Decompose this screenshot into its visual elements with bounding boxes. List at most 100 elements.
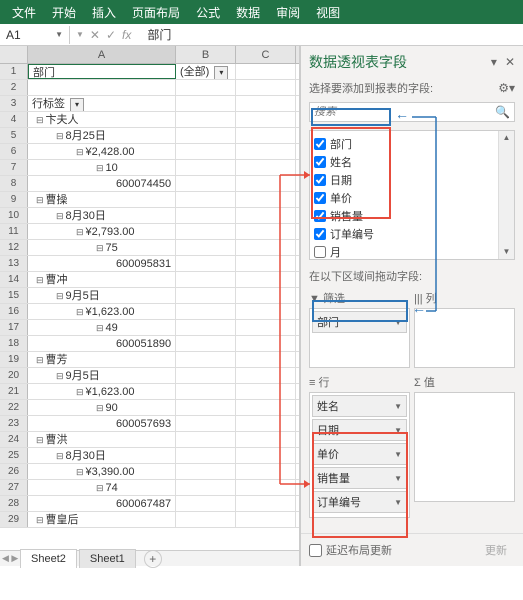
row-header[interactable]: 7 <box>0 160 28 175</box>
row-header[interactable]: 22 <box>0 400 28 415</box>
cell[interactable]: ⊟卞夫人 <box>28 112 176 127</box>
update-button[interactable]: 更新 <box>477 540 515 560</box>
cell[interactable] <box>176 80 236 95</box>
tab-nav-arrows[interactable]: ◀ ▶ <box>2 553 18 564</box>
zone-item[interactable]: 销售量▼ <box>312 467 407 489</box>
field-search-input[interactable] <box>314 106 495 118</box>
zone-item[interactable]: 部门▼ <box>312 311 407 333</box>
row-header[interactable]: 27 <box>0 480 28 495</box>
collapse-icon[interactable]: ⊟ <box>36 115 44 125</box>
cell[interactable] <box>176 192 236 207</box>
cell[interactable] <box>236 336 296 351</box>
collapse-icon[interactable]: ⊟ <box>76 387 84 397</box>
cell[interactable] <box>176 112 236 127</box>
zone-item[interactable]: 订单编号▼ <box>312 491 407 513</box>
row-header[interactable]: 5 <box>0 128 28 143</box>
cell[interactable] <box>236 448 296 463</box>
cell[interactable] <box>176 496 236 511</box>
cell[interactable]: ⊟74 <box>28 480 176 495</box>
tab-layout[interactable]: 页面布局 <box>124 0 188 25</box>
row-header[interactable]: 19 <box>0 352 28 367</box>
cell[interactable] <box>176 480 236 495</box>
cell[interactable] <box>236 416 296 431</box>
field-checkbox[interactable] <box>314 246 326 258</box>
cell[interactable]: 600057693 <box>28 416 176 431</box>
row-header[interactable]: 21 <box>0 384 28 399</box>
cell[interactable] <box>176 320 236 335</box>
cell[interactable] <box>236 464 296 479</box>
filter-zone[interactable]: 部门▼ <box>309 308 410 368</box>
cell[interactable]: (全部) ▾ <box>176 64 236 79</box>
zone-item[interactable]: 单价▼ <box>312 443 407 465</box>
field-item[interactable]: 订单编号 <box>314 225 510 243</box>
cell[interactable] <box>176 240 236 255</box>
row-header[interactable]: 9 <box>0 192 28 207</box>
cell[interactable]: ⊟9月5日 <box>28 368 176 383</box>
zone-item-dropdown-icon[interactable]: ▼ <box>394 426 402 435</box>
cell[interactable] <box>176 96 236 111</box>
formula-bar[interactable]: ▼ ✕ ✓ fx 部门 <box>70 26 177 43</box>
cell[interactable]: ⊟曹冲 <box>28 272 176 287</box>
row-header[interactable]: 16 <box>0 304 28 319</box>
field-checkbox[interactable] <box>314 192 326 204</box>
row-header[interactable]: 25 <box>0 448 28 463</box>
cell[interactable] <box>176 352 236 367</box>
cell[interactable] <box>236 64 296 79</box>
panel-dropdown-icon[interactable]: ▾ <box>491 55 497 69</box>
name-box[interactable]: A1 ▼ <box>0 26 70 44</box>
row-header[interactable]: 18 <box>0 336 28 351</box>
scroll-down-icon[interactable]: ▼ <box>499 245 514 259</box>
cell[interactable]: ⊟¥3,390.00 <box>28 464 176 479</box>
cell[interactable] <box>176 512 236 527</box>
collapse-icon[interactable]: ⊟ <box>36 195 44 205</box>
tab-review[interactable]: 审阅 <box>268 0 308 25</box>
col-header-b[interactable]: B <box>176 46 236 63</box>
collapse-icon[interactable]: ⊟ <box>56 371 64 381</box>
field-checkbox[interactable] <box>314 210 326 222</box>
field-item[interactable]: 日期 <box>314 171 510 189</box>
cell[interactable] <box>236 112 296 127</box>
cell[interactable]: ⊟8月30日 <box>28 208 176 223</box>
cell[interactable]: ⊟¥2,793.00 <box>28 224 176 239</box>
collapse-icon[interactable]: ⊟ <box>36 275 44 285</box>
collapse-icon[interactable]: ⊟ <box>96 243 104 253</box>
cell[interactable] <box>236 128 296 143</box>
field-item[interactable]: 销售量 <box>314 207 510 225</box>
field-item[interactable]: 月 <box>314 243 510 261</box>
cell[interactable] <box>236 352 296 367</box>
gear-icon[interactable]: ⚙▾ <box>498 81 515 95</box>
tab-insert[interactable]: 插入 <box>84 0 124 25</box>
row-header[interactable]: 11 <box>0 224 28 239</box>
row-header[interactable]: 29 <box>0 512 28 527</box>
field-checkbox[interactable] <box>314 174 326 186</box>
fx-icon[interactable]: fx <box>122 28 131 42</box>
cell[interactable]: ⊟75 <box>28 240 176 255</box>
cell[interactable] <box>176 384 236 399</box>
add-sheet-button[interactable]: + <box>144 550 162 568</box>
row-header[interactable]: 14 <box>0 272 28 287</box>
collapse-icon[interactable]: ⊟ <box>56 131 64 141</box>
cell[interactable] <box>236 80 296 95</box>
sheet-tab-other[interactable]: Sheet1 <box>79 549 136 568</box>
collapse-icon[interactable]: ⊟ <box>36 435 44 445</box>
cell[interactable] <box>236 384 296 399</box>
collapse-icon[interactable]: ⊟ <box>56 211 64 221</box>
cell[interactable] <box>236 160 296 175</box>
cell[interactable] <box>236 192 296 207</box>
row-header[interactable]: 23 <box>0 416 28 431</box>
cell[interactable] <box>176 416 236 431</box>
cell[interactable]: ⊟49 <box>28 320 176 335</box>
cell[interactable]: ⊟90 <box>28 400 176 415</box>
row-header[interactable]: 12 <box>0 240 28 255</box>
tab-data[interactable]: 数据 <box>228 0 268 25</box>
cell[interactable] <box>176 400 236 415</box>
field-checkbox[interactable] <box>314 228 326 240</box>
cell[interactable] <box>236 208 296 223</box>
horizontal-scrollbar[interactable]: ◀ ▶ Sheet2 Sheet1 + <box>0 550 299 566</box>
row-header[interactable]: 13 <box>0 256 28 271</box>
cell[interactable]: ⊟8月30日 <box>28 448 176 463</box>
field-list-scrollbar[interactable]: ▲ ▼ <box>498 131 514 259</box>
collapse-icon[interactable]: ⊟ <box>76 227 84 237</box>
cell[interactable] <box>236 320 296 335</box>
cell[interactable]: ⊟9月5日 <box>28 288 176 303</box>
